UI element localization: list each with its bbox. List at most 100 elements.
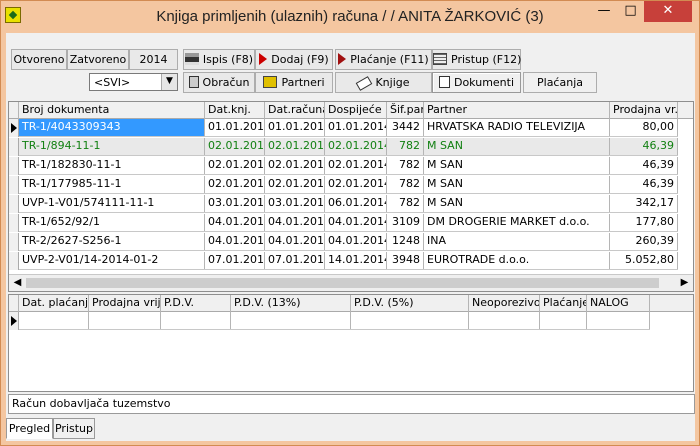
books-button[interactable]: Knjige — [335, 72, 432, 93]
cell-partner[interactable]: INA — [424, 233, 610, 250]
cell-prodajna-vr[interactable]: 46,39 — [610, 176, 678, 193]
filter-select[interactable]: <SVI> ▼ — [89, 73, 178, 91]
cell-dospijece[interactable]: 02.01.2014 — [325, 176, 387, 193]
col-dat-racuna[interactable]: Dat.računa — [265, 102, 325, 119]
cell-prodajna-vr[interactable]: 80,00 — [610, 119, 678, 136]
cell-doc[interactable]: TR-1/182830-11-1 — [19, 157, 205, 174]
invoice-grid[interactable]: Broj dokumenta Dat.knj. Dat.računa Dospi… — [8, 101, 694, 292]
year-field[interactable]: 2014 — [129, 49, 178, 70]
cell-prodajna-vr[interactable]: 260,39 — [610, 233, 678, 250]
cell-dat-knj[interactable]: 04.01.2014 — [205, 233, 265, 250]
tab-pregled[interactable]: Pregled — [6, 418, 53, 439]
close-button[interactable]: ✕ — [644, 1, 692, 22]
cell-prodajna-vr[interactable]: 46,39 — [610, 157, 678, 174]
cell-empty[interactable] — [469, 312, 540, 329]
scroll-left-icon[interactable]: ◀ — [9, 275, 26, 291]
cell-partner[interactable]: M SAN — [424, 138, 610, 155]
cell-sif-par[interactable]: 782 — [387, 176, 424, 193]
cell-empty[interactable] — [587, 312, 650, 329]
cell-dat-racuna[interactable]: 04.01.2014 — [265, 214, 325, 231]
cell-dat-knj[interactable]: 03.01.2014 — [205, 195, 265, 212]
cell-dospijece[interactable]: 02.01.2014 — [325, 157, 387, 174]
cell-dat-racuna[interactable]: 02.01.2014 — [265, 176, 325, 193]
tab-pristup[interactable]: Pristup — [53, 418, 95, 439]
cell-dospijece[interactable]: 02.01.2014 — [325, 138, 387, 155]
cell-doc[interactable]: TR-1/4043309343 — [19, 119, 205, 136]
cell-sif-par[interactable]: 3948 — [387, 252, 424, 269]
status-open-button[interactable]: Otvoreno — [11, 49, 67, 70]
cell-partner[interactable]: M SAN — [424, 157, 610, 174]
cell-dat-knj[interactable]: 07.01.2014 — [205, 252, 265, 269]
col-pdv[interactable]: P.D.V. — [161, 295, 231, 312]
calc-button[interactable]: Obračun — [183, 72, 255, 93]
cell-partner[interactable]: M SAN — [424, 195, 610, 212]
cell-empty[interactable] — [540, 312, 587, 329]
invoice-grid-hscroll[interactable]: ◀ ▶ — [9, 274, 693, 291]
chevron-down-icon[interactable]: ▼ — [161, 74, 177, 90]
cell-sif-par[interactable]: 782 — [387, 138, 424, 155]
table-row[interactable]: TR-1/4043309343 01.01.2014 01.01.2014 01… — [9, 119, 678, 137]
cell-empty[interactable] — [89, 312, 161, 329]
cell-empty[interactable] — [351, 312, 469, 329]
cell-dat-racuna[interactable]: 02.01.2014 — [265, 138, 325, 155]
cell-dospijece[interactable]: 04.01.2014 — [325, 214, 387, 231]
payments-button[interactable]: Plaćanja — [523, 72, 597, 93]
col-partner[interactable]: Partner — [424, 102, 610, 119]
col-pdv-5[interactable]: P.D.V. (5%) — [351, 295, 469, 312]
cell-prodajna-vr[interactable]: 46,39 — [610, 138, 678, 155]
access-button[interactable]: Pristup (F12) — [432, 49, 521, 70]
cell-prodajna-vr[interactable]: 5.052,80 — [610, 252, 678, 269]
col-sif-par[interactable]: Šif.par. — [387, 102, 424, 119]
maximize-button[interactable]: □ — [617, 1, 644, 22]
col-prodajna-vrijednost[interactable]: Prodajna vrije. — [89, 295, 161, 312]
col-dospijece[interactable]: Dospijeće — [325, 102, 387, 119]
cell-sif-par[interactable]: 1248 — [387, 233, 424, 250]
table-row[interactable]: TR-1/177985-11-1 02.01.2014 02.01.2014 0… — [9, 176, 678, 194]
cell-dat-racuna[interactable]: 04.01.2014 — [265, 233, 325, 250]
cell-prodajna-vr[interactable]: 177,80 — [610, 214, 678, 231]
cell-dospijece[interactable]: 01.01.2014 — [325, 119, 387, 136]
cell-doc[interactable]: UVP-2-V01/14-2014-01-2 — [19, 252, 205, 269]
col-placanje[interactable]: Plaćanje — [540, 295, 587, 312]
scroll-right-icon[interactable]: ▶ — [676, 275, 693, 291]
col-dat-knj[interactable]: Dat.knj. — [205, 102, 265, 119]
cell-dospijece[interactable]: 04.01.2014 — [325, 233, 387, 250]
cell-prodajna-vr[interactable]: 342,17 — [610, 195, 678, 212]
cell-partner[interactable]: EUROTRADE d.o.o. — [424, 252, 610, 269]
cell-dat-knj[interactable]: 04.01.2014 — [205, 214, 265, 231]
cell-sif-par[interactable]: 782 — [387, 195, 424, 212]
col-neoporezivo[interactable]: Neoporezivo — [469, 295, 540, 312]
cell-empty[interactable] — [161, 312, 231, 329]
cell-doc[interactable]: UVP-1-V01/574111-11-1 — [19, 195, 205, 212]
col-dat-placanja[interactable]: Dat. plaćanja — [19, 295, 89, 312]
status-closed-button[interactable]: Zatvoreno — [67, 49, 129, 70]
cell-dospijece[interactable]: 06.01.2014 — [325, 195, 387, 212]
table-row[interactable]: TR-1/894-11-1 02.01.2014 02.01.2014 02.0… — [9, 138, 678, 156]
table-row[interactable]: UVP-1-V01/574111-11-1 03.01.2014 03.01.2… — [9, 195, 678, 213]
cell-doc[interactable]: TR-1/652/92/1 — [19, 214, 205, 231]
cell-empty[interactable] — [231, 312, 351, 329]
cell-dat-racuna[interactable]: 03.01.2014 — [265, 195, 325, 212]
scroll-thumb[interactable] — [26, 278, 659, 288]
add-button[interactable]: Dodaj (F9) — [255, 49, 333, 70]
table-row[interactable] — [9, 312, 650, 330]
table-row[interactable]: TR-1/182830-11-1 02.01.2014 02.01.2014 0… — [9, 157, 678, 175]
cell-sif-par[interactable]: 3442 — [387, 119, 424, 136]
cell-dat-racuna[interactable]: 01.01.2014 — [265, 119, 325, 136]
table-row[interactable]: UVP-2-V01/14-2014-01-2 07.01.2014 07.01.… — [9, 252, 678, 270]
table-row[interactable]: TR-1/652/92/1 04.01.2014 04.01.2014 04.0… — [9, 214, 678, 232]
cell-dat-knj[interactable]: 01.01.2014 — [205, 119, 265, 136]
cell-empty[interactable] — [19, 312, 89, 329]
cell-doc[interactable]: TR-1/177985-11-1 — [19, 176, 205, 193]
cell-dat-knj[interactable]: 02.01.2014 — [205, 138, 265, 155]
col-broj-dokumenta[interactable]: Broj dokumenta — [19, 102, 205, 119]
cell-partner[interactable]: DM DROGERIE MARKET d.o.o. — [424, 214, 610, 231]
cell-partner[interactable]: HRVATSKA RADIO TELEVIZIJA — [424, 119, 610, 136]
print-button[interactable]: Ispis (F8) — [183, 49, 255, 70]
documents-button[interactable]: Dokumenti — [432, 72, 521, 93]
cell-doc[interactable]: TR-2/2627-S256-1 — [19, 233, 205, 250]
col-prodajna-vr[interactable]: Prodajna vr. — [610, 102, 678, 119]
col-nalog[interactable]: NALOG — [587, 295, 650, 312]
partners-button[interactable]: Partneri — [255, 72, 333, 93]
cell-dat-knj[interactable]: 02.01.2014 — [205, 157, 265, 174]
